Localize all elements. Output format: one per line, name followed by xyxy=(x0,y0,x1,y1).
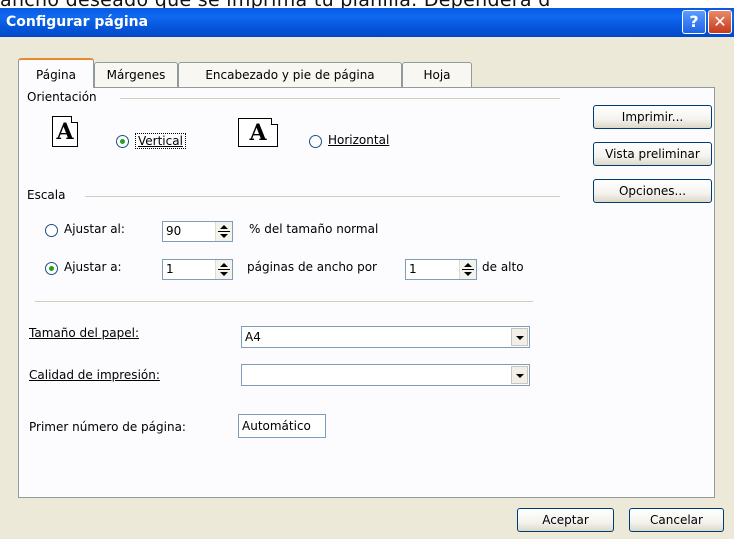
pages-wide-text: páginas de ancho por xyxy=(247,260,377,274)
pages-wide-value: 1 xyxy=(166,262,174,276)
ok-button[interactable]: Aceptar xyxy=(517,508,614,532)
scale-group-line xyxy=(85,196,560,197)
landscape-icon-letter: A xyxy=(249,120,267,146)
orientation-group-label: Orientación xyxy=(27,90,97,104)
tab-margenes[interactable]: Márgenes xyxy=(94,62,178,87)
horizontal-radio[interactable] xyxy=(309,135,322,148)
vertical-radio[interactable] xyxy=(116,135,129,148)
chevron-down-icon[interactable] xyxy=(511,328,528,346)
pages-tall-value: 1 xyxy=(409,262,417,276)
print-preview-button[interactable]: Vista preliminar xyxy=(593,142,712,166)
adjust-percent-label[interactable]: Ajustar al: xyxy=(64,222,125,236)
print-quality-label: Calidad de impresión: xyxy=(29,368,160,382)
paper-size-value: A4 xyxy=(245,330,261,344)
vertical-label[interactable]: Vertical xyxy=(135,133,186,149)
cancel-button[interactable]: Cancelar xyxy=(629,508,724,532)
pages-wide-input[interactable]: 1 xyxy=(162,259,233,280)
separator xyxy=(35,301,533,302)
scale-group-label: Escala xyxy=(27,188,66,202)
pages-tall-suffix: de alto xyxy=(482,260,524,274)
page-setup-dialog: Configurar página ? ✕ Página Márgenes En… xyxy=(0,8,734,539)
dialog-title: Configurar página xyxy=(6,14,149,30)
landscape-icon: A xyxy=(238,118,278,147)
portrait-icon-letter: A xyxy=(56,119,74,145)
orientation-group-line xyxy=(120,98,560,99)
options-button[interactable]: Opciones... xyxy=(593,179,712,203)
close-button[interactable]: ✕ xyxy=(708,10,732,34)
spin-down-icon[interactable] xyxy=(464,272,472,276)
spin-up-icon[interactable] xyxy=(464,263,472,267)
spin-up-icon[interactable] xyxy=(220,263,228,267)
horizontal-label-text: Horizontal xyxy=(328,133,390,147)
help-button[interactable]: ? xyxy=(682,10,706,34)
tab-encabezado[interactable]: Encabezado y pie de página xyxy=(178,62,402,87)
percent-input-value: 90 xyxy=(166,224,182,238)
first-page-value: Automático xyxy=(242,419,311,433)
pages-wide-spinner[interactable] xyxy=(215,260,232,279)
first-page-label: Primer número de página: xyxy=(29,420,186,434)
percent-spinner[interactable] xyxy=(215,222,232,241)
fit-pages-label[interactable]: Ajustar a: xyxy=(64,260,122,274)
help-icon: ? xyxy=(689,12,699,31)
adjust-percent-radio[interactable] xyxy=(45,224,58,237)
tab-hoja[interactable]: Hoja xyxy=(402,62,472,87)
paper-size-select[interactable]: A4 xyxy=(241,326,530,348)
paper-size-label: Tamaño del papel: xyxy=(29,326,139,340)
spin-up-icon[interactable] xyxy=(220,225,228,229)
spin-down-icon[interactable] xyxy=(220,272,228,276)
percent-suffix: % del tamaño normal xyxy=(249,222,379,236)
spin-down-icon[interactable] xyxy=(220,234,228,238)
percent-input[interactable]: 90 xyxy=(162,221,233,242)
portrait-icon: A xyxy=(52,116,78,147)
print-button[interactable]: Imprimir... xyxy=(593,105,712,129)
pages-tall-input[interactable]: 1 xyxy=(405,259,477,280)
tab-pagina[interactable]: Página xyxy=(18,58,94,88)
first-page-input[interactable]: Automático xyxy=(238,414,326,438)
fit-pages-radio[interactable] xyxy=(45,262,58,275)
title-bar[interactable]: Configurar página ? ✕ xyxy=(0,8,734,37)
paper-size-label-text: Tamaño del papel: xyxy=(29,326,139,340)
print-quality-select[interactable] xyxy=(241,364,530,386)
print-quality-label-text: Calidad de impresión: xyxy=(29,368,160,382)
horizontal-label[interactable]: Horizontal xyxy=(328,133,389,147)
spin-divider xyxy=(218,231,230,232)
pages-tall-spinner[interactable] xyxy=(459,260,476,279)
spin-divider xyxy=(462,269,474,270)
spin-divider xyxy=(218,269,230,270)
chevron-down-icon[interactable] xyxy=(511,366,528,384)
close-icon: ✕ xyxy=(713,12,727,31)
vertical-label-text: Vertical xyxy=(138,134,183,148)
